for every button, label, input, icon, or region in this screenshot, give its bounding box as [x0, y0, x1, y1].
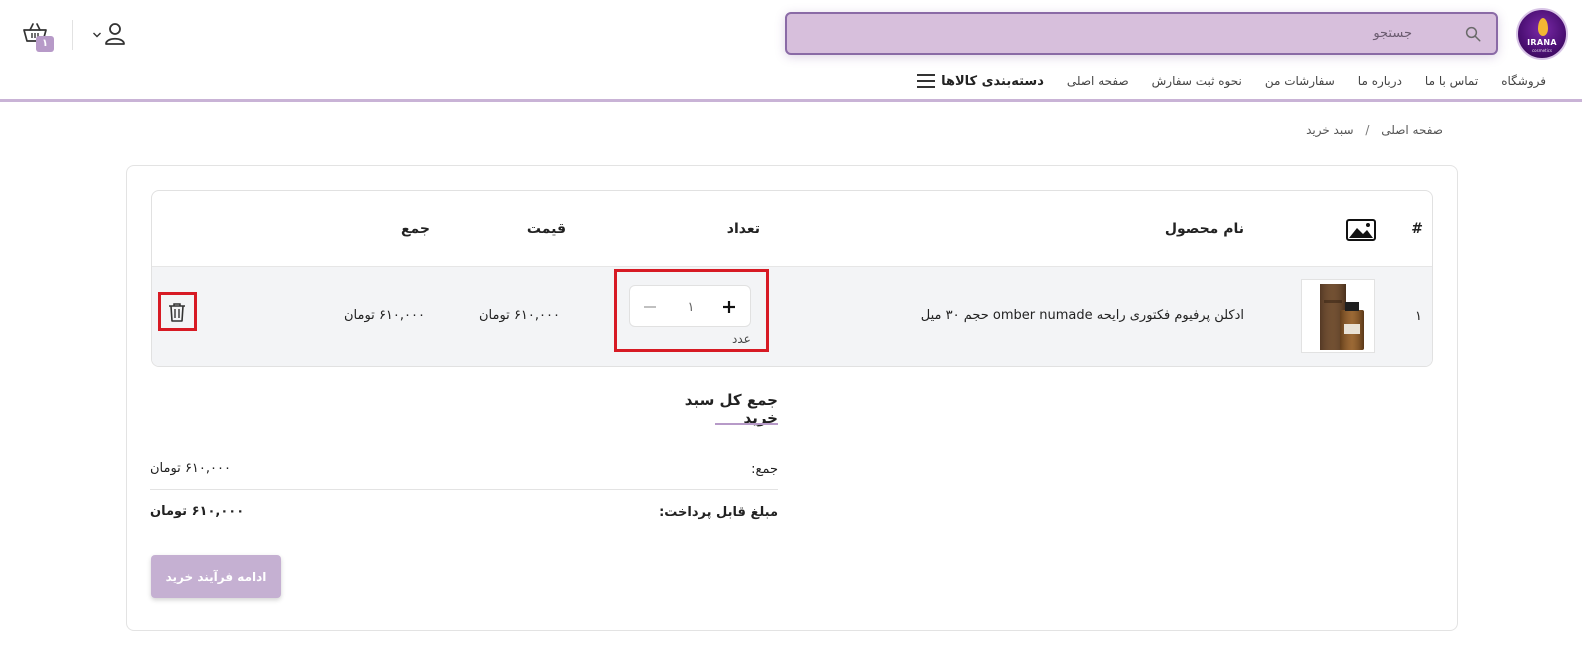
col-price-header: قیمت: [526, 221, 566, 237]
product-name[interactable]: ادکلن پرفیوم فکتوری رایحه omber numade ح…: [921, 308, 1244, 323]
nav-link-shop[interactable]: فروشگاه: [1501, 74, 1546, 88]
breadcrumb: صفحه اصلی / سبد خرید: [1306, 123, 1443, 137]
quantity-unit: عدد: [732, 332, 751, 346]
user-icon: [105, 23, 125, 45]
site-header: IRANA cosmetics ۱: [0, 0, 1582, 102]
col-quantity-header: تعداد: [726, 221, 760, 237]
header-divider: [72, 20, 73, 50]
logo-drop-icon: [1538, 18, 1548, 36]
product-image[interactable]: [1301, 279, 1375, 353]
subtotal-value: ۶۱۰,۰۰۰ تومان: [150, 461, 231, 476]
nav-link-contact[interactable]: تماس با ما: [1425, 74, 1478, 88]
payable-label: مبلغ قابل پرداخت:: [659, 505, 778, 520]
breadcrumb-current: سبد خرید: [1306, 123, 1354, 137]
col-product-header: نام محصول: [1164, 221, 1244, 237]
breadcrumb-home[interactable]: صفحه اصلی: [1381, 123, 1443, 137]
search-bar: [785, 12, 1498, 55]
totals-divider: [150, 489, 778, 490]
quantity-stepper: [629, 285, 751, 327]
col-index-header: #: [1411, 221, 1423, 237]
nav-link-about[interactable]: درباره ما: [1358, 74, 1402, 88]
perfume-bottle-graphic: [1320, 284, 1364, 350]
search-input[interactable]: [787, 14, 1496, 53]
cart-table: # نام محصول تعداد قیمت جمع ۱ ادکلن پرفیو…: [151, 190, 1433, 367]
cart-count-badge: ۱: [36, 36, 54, 52]
cart-button[interactable]: ۱: [22, 22, 58, 54]
logo-subtext: cosmetics: [1531, 48, 1553, 53]
logo-text: IRANA: [1527, 38, 1557, 47]
categories-menu[interactable]: دسته‌بندی کالاها: [917, 74, 1044, 89]
cart-totals-title: جمع کل سبد خرید: [684, 391, 778, 427]
breadcrumb-separator: /: [1365, 123, 1370, 137]
row-price: ۶۱۰,۰۰۰ تومان: [479, 308, 560, 323]
nav-link-order-guide[interactable]: نحوه ثبت سفارش: [1152, 74, 1242, 88]
subtotal-label: جمع:: [751, 462, 778, 477]
minus-icon[interactable]: [642, 299, 658, 315]
table-header: # نام محصول تعداد قیمت جمع: [152, 191, 1432, 267]
categories-label: دسته‌بندی کالاها: [941, 73, 1044, 89]
row-total: ۶۱۰,۰۰۰ تومان: [344, 308, 425, 323]
totals-title-underline: [715, 423, 778, 425]
table-row: ۱ ادکلن پرفیوم فکتوری رایحه omber numade…: [152, 267, 1432, 366]
image-icon: [1346, 219, 1376, 241]
trash-icon[interactable]: [166, 301, 188, 323]
checkout-button[interactable]: ادامه فرآیند خرید: [151, 555, 281, 598]
payable-value: ۶۱۰,۰۰۰ تومان: [150, 504, 245, 519]
user-menu-button[interactable]: [92, 22, 126, 48]
chevron-down-icon: [93, 32, 101, 38]
quantity-input[interactable]: [675, 298, 707, 316]
plus-icon[interactable]: [720, 298, 738, 316]
brand-logo[interactable]: IRANA cosmetics: [1516, 8, 1568, 60]
nav-link-my-orders[interactable]: سفارشات من: [1265, 74, 1335, 88]
col-total-header: جمع: [400, 221, 430, 237]
search-icon[interactable]: [1464, 25, 1482, 43]
row-index: ۱: [1415, 309, 1422, 324]
menu-icon: [917, 74, 936, 88]
main-nav: دسته‌بندی کالاها صفحه اصلی نحوه ثبت سفار…: [903, 68, 1546, 94]
nav-link-home[interactable]: صفحه اصلی: [1067, 74, 1129, 88]
